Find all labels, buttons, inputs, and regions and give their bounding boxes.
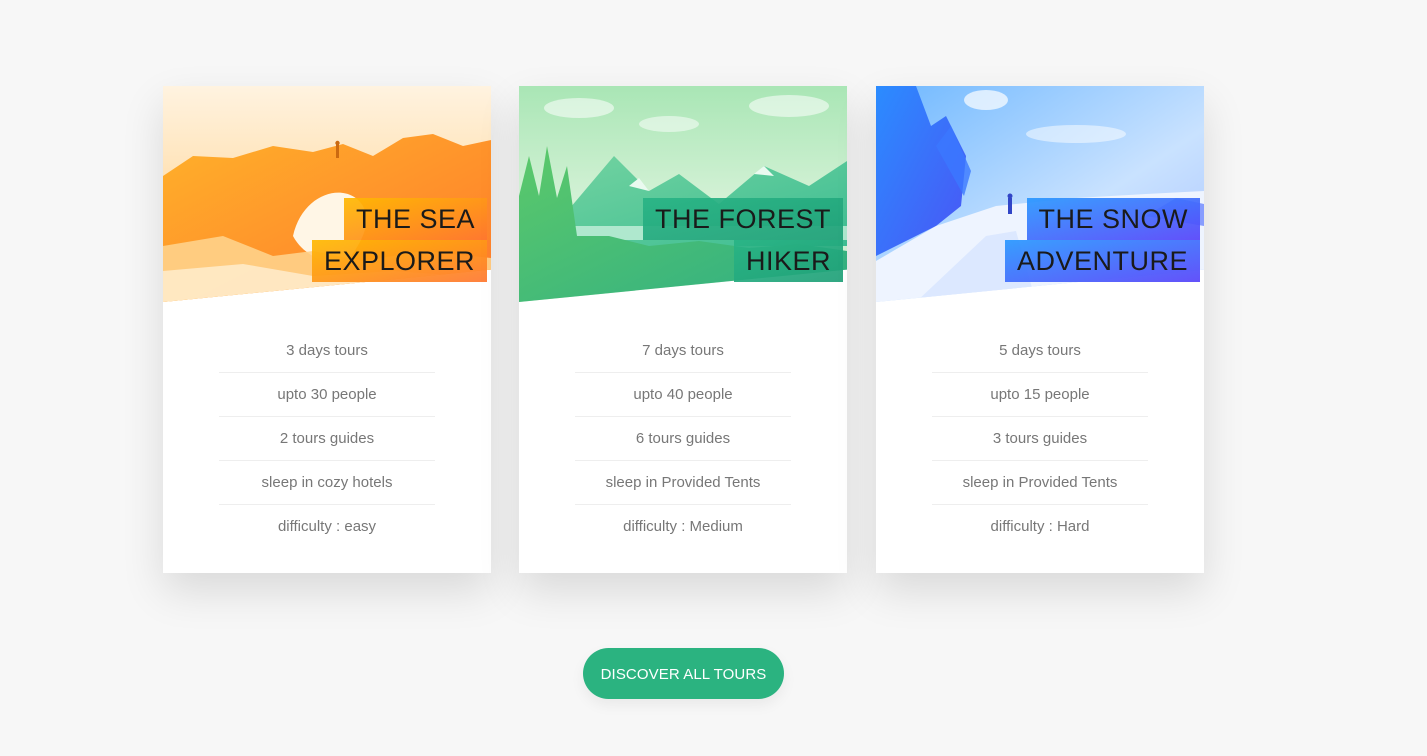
detail-group-size: upto 40 people <box>575 373 791 417</box>
card-heading-line-1: THE SNOW <box>1026 198 1200 240</box>
card-details-list: 7 days tours upto 40 people 6 tours guid… <box>575 329 791 548</box>
detail-difficulty: difficulty : Hard <box>990 518 1090 535</box>
tour-card-forest-hiker[interactable]: THE FORESTHIKER 7 days tours upto 40 peo… <box>519 86 847 573</box>
card-details-list: 3 days tours upto 30 people 2 tours guid… <box>219 329 435 548</box>
detail-accommodation: sleep in Provided Tents <box>575 461 791 505</box>
card-heading-line-2: HIKER <box>733 240 843 282</box>
tour-card-sea-explorer[interactable]: THE SEAEXPLORER 3 days tours upto 30 peo… <box>163 86 491 573</box>
detail-difficulty: difficulty : Medium <box>623 518 743 535</box>
detail-accommodation: sleep in cozy hotels <box>219 461 435 505</box>
card-heading-line-1: THE FOREST <box>642 198 843 240</box>
discover-all-tours-button[interactable]: DISCOVER ALL TOURS <box>583 648 784 699</box>
card-heading-line-2: EXPLORER <box>311 240 487 282</box>
card-heading: THE SNOWADVENTURE <box>900 198 1200 282</box>
card-heading: THE FORESTHIKER <box>543 198 843 282</box>
card-heading-line-2: ADVENTURE <box>1004 240 1200 282</box>
card-heading-line-1: THE SEA <box>343 198 487 240</box>
detail-group-size: upto 15 people <box>932 373 1148 417</box>
detail-difficulty: difficulty : easy <box>277 518 377 535</box>
card-details-list: 5 days tours upto 15 people 3 tours guid… <box>932 329 1148 548</box>
card-details: 5 days tours upto 15 people 3 tours guid… <box>876 329 1204 548</box>
detail-guides: 2 tours guides <box>219 417 435 461</box>
detail-group-size: upto 30 people <box>219 373 435 417</box>
detail-duration: 7 days tours <box>575 329 791 373</box>
card-heading: THE SEAEXPLORER <box>187 198 487 282</box>
detail-duration: 3 days tours <box>219 329 435 373</box>
detail-accommodation: sleep in Provided Tents <box>932 461 1148 505</box>
detail-duration: 5 days tours <box>932 329 1148 373</box>
detail-guides: 3 tours guides <box>932 417 1148 461</box>
card-details: 3 days tours upto 30 people 2 tours guid… <box>163 329 491 548</box>
detail-guides: 6 tours guides <box>575 417 791 461</box>
card-details: 7 days tours upto 40 people 6 tours guid… <box>519 329 847 548</box>
tour-card-snow-adventure[interactable]: THE SNOWADVENTURE 5 days tours upto 15 p… <box>876 86 1204 573</box>
